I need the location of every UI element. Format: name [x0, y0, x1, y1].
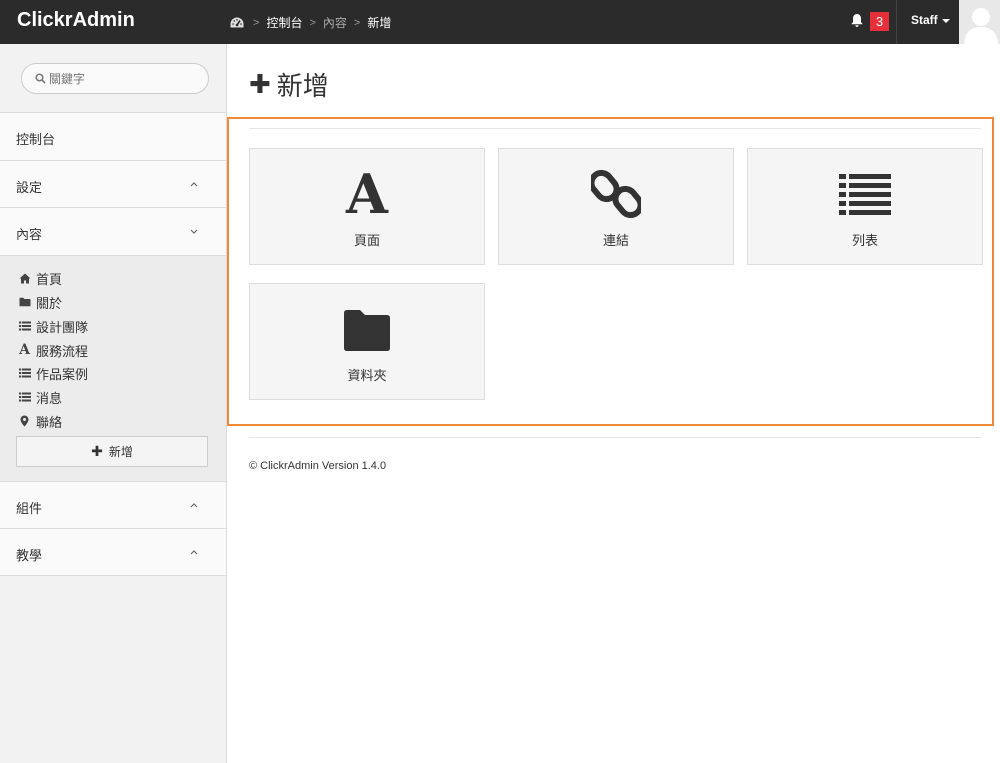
submenu-item-contact[interactable]: 聯絡: [18, 412, 62, 430]
breadcrumb-separator: >: [353, 16, 361, 29]
folder-icon: [18, 296, 31, 309]
sidebar-item-label: 教學: [16, 548, 43, 563]
submenu-item-label: 聯絡: [36, 414, 63, 430]
tile-label: 頁面: [353, 233, 380, 248]
submenu-item-home[interactable]: 首頁: [18, 269, 62, 287]
page-title: ✚ 新增: [249, 66, 329, 103]
sidebar-item-label: 控制台: [16, 132, 56, 147]
plus-icon: ✚: [249, 69, 271, 99]
tile-link[interactable]: 連結: [498, 148, 734, 265]
tile-page[interactable]: A 頁面: [249, 148, 485, 265]
submenu-item-service-process[interactable]: A 服務流程: [18, 341, 88, 359]
search-input[interactable]: [49, 70, 199, 88]
breadcrumb-separator: >: [309, 16, 316, 29]
submenu-item-label: 作品案例: [36, 366, 89, 382]
list-icon: [18, 367, 31, 380]
sidebar-item-label: 內容: [16, 227, 43, 242]
breadcrumb-separator: >: [253, 16, 260, 29]
breadcrumb-dashboard-link[interactable]: 控制台: [266, 14, 302, 31]
submenu-item-label: 首頁: [36, 271, 63, 287]
plus-icon: ✚: [91, 443, 103, 459]
submenu-item-portfolio[interactable]: 作品案例: [18, 364, 88, 382]
submenu-item-label: 關於: [36, 295, 63, 311]
add-content-button[interactable]: ✚ 新增: [16, 436, 208, 467]
sidebar-item-components[interactable]: 組件: [0, 481, 226, 529]
submenu-item-label: 消息: [36, 390, 63, 406]
search-box[interactable]: [21, 63, 209, 94]
avatar[interactable]: [959, 0, 1000, 44]
sidebar-item-settings[interactable]: 設定: [0, 160, 226, 208]
breadcrumb-content-link[interactable]: 內容: [323, 14, 347, 31]
sidebar-item-tutorial[interactable]: 教學: [0, 528, 226, 576]
list-icon: [18, 391, 31, 404]
sidebar-item-content[interactable]: 內容: [0, 207, 226, 255]
sidebar-item-label: 設定: [16, 180, 43, 195]
tile-list[interactable]: 列表: [747, 148, 983, 265]
footer-text: © ClickrAdmin Version 1.4.0: [249, 460, 387, 472]
tile-label: 資料夾: [347, 368, 387, 383]
caret-down-icon: [941, 18, 950, 23]
home-icon: [18, 272, 31, 285]
top-navbar: ClickrAdmin > 控制台 > 內容 > 新增 3 Staff: [0, 0, 1000, 44]
tile-label: 列表: [851, 233, 878, 248]
chevron-up-icon: [190, 503, 198, 508]
sidebar-item-label: 組件: [16, 501, 43, 516]
map-marker-icon: [18, 415, 31, 428]
submenu-item-label: 服務流程: [36, 343, 89, 359]
search-icon: [35, 73, 46, 84]
sidebar: 控制台 設定 內容 首頁 關於 設計團隊 A 服務流程 作品案例: [0, 44, 227, 763]
submenu-item-design-team[interactable]: 設計團隊: [18, 317, 88, 335]
user-label: Staff: [911, 13, 938, 27]
sidebar-item-dashboard[interactable]: 控制台: [0, 112, 226, 160]
tile-label: 連結: [602, 233, 629, 248]
content-submenu: 首頁 關於 設計團隊 A 服務流程 作品案例 消息 聯絡 ✚ 新增: [0, 255, 226, 481]
bell-icon[interactable]: [850, 13, 864, 31]
link-icon: [499, 169, 733, 219]
dashboard-icon[interactable]: [230, 17, 244, 28]
breadcrumb: > 控制台 > 內容 > 新增: [230, 14, 391, 31]
breadcrumb-current: 新增: [367, 16, 392, 30]
list-icon: [748, 169, 982, 215]
navbar-divider: [896, 0, 897, 44]
submenu-item-news[interactable]: 消息: [18, 388, 62, 406]
page-title-text: 新增: [276, 71, 329, 101]
chevron-down-icon: [190, 229, 198, 234]
font-icon: A: [19, 342, 30, 358]
chevron-up-icon: [190, 550, 198, 555]
chevron-up-icon: [190, 182, 198, 187]
add-button-label: 新增: [108, 445, 133, 459]
notification-badge[interactable]: 3: [870, 12, 889, 31]
submenu-item-about[interactable]: 關於: [18, 293, 62, 311]
submenu-item-label: 設計團隊: [36, 319, 89, 335]
tile-folder[interactable]: 資料夾: [249, 283, 485, 400]
divider: [249, 128, 981, 129]
divider: [249, 437, 981, 438]
app-logo[interactable]: ClickrAdmin: [17, 9, 135, 32]
folder-icon: [250, 304, 484, 352]
list-icon: [18, 320, 31, 333]
user-menu-toggle[interactable]: Staff: [911, 13, 950, 27]
font-icon: A: [346, 162, 388, 226]
